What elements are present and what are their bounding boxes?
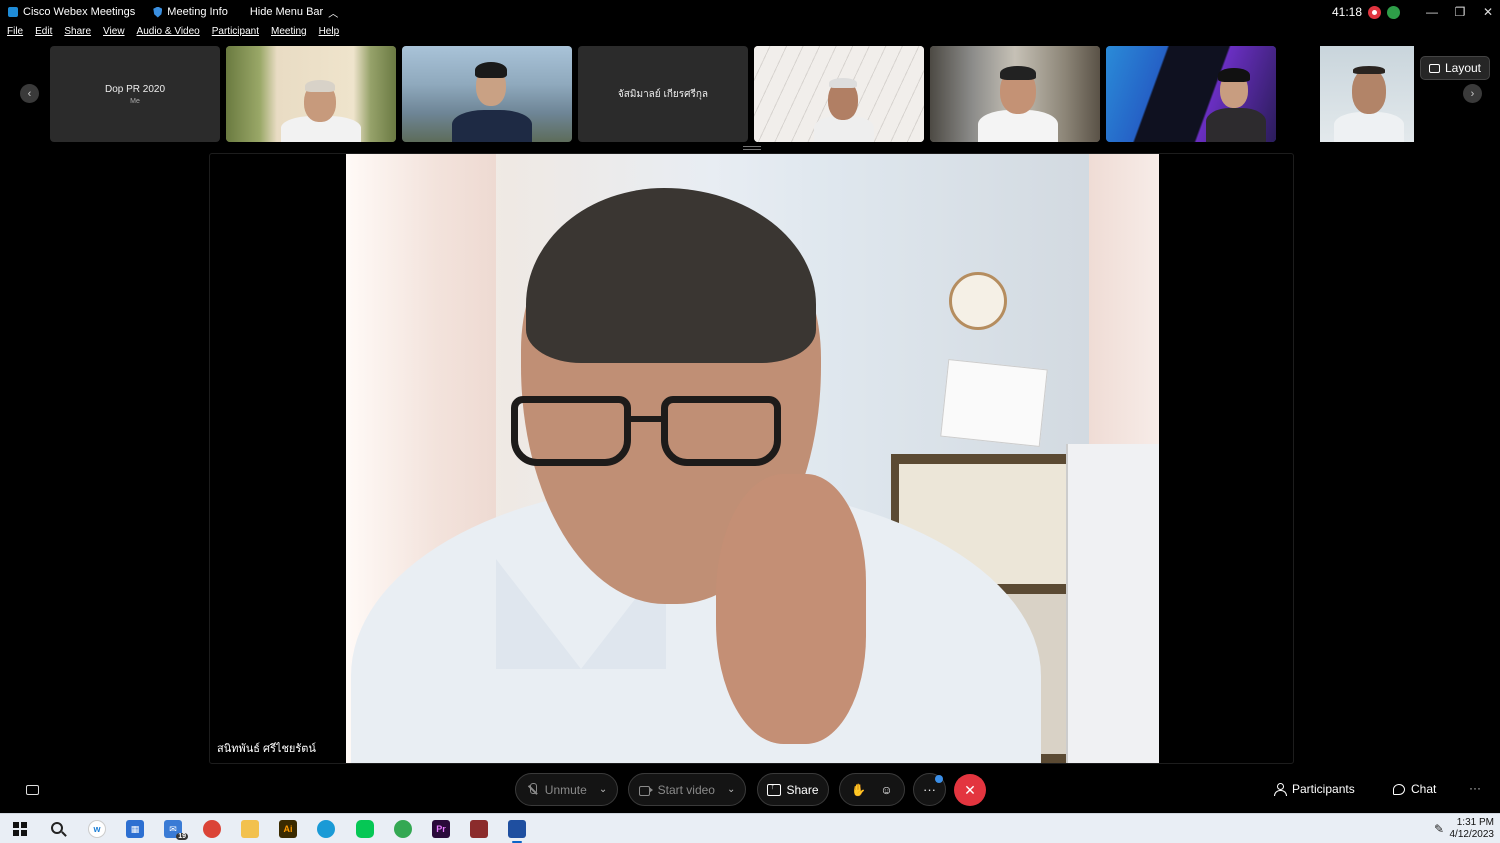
minimize-icon[interactable]: — bbox=[1420, 5, 1444, 19]
webex-logo-icon bbox=[8, 7, 18, 17]
webex-window: Cisco Webex Meetings Meeting Info Hide M… bbox=[0, 0, 1500, 843]
active-speaker-stage[interactable]: สนิทพันธ์ ศรีไชยรัตน์ bbox=[209, 153, 1294, 764]
store-icon[interactable]: ▦ bbox=[126, 820, 144, 838]
menu-share[interactable]: Share bbox=[64, 26, 91, 42]
recording-icon[interactable] bbox=[1368, 5, 1381, 19]
menu-edit[interactable]: Edit bbox=[35, 26, 52, 42]
meeting-timer: 41:18 bbox=[1331, 5, 1362, 19]
app-title: Cisco Webex Meetings bbox=[8, 6, 135, 18]
app-w-icon[interactable]: w bbox=[88, 820, 106, 838]
webex-taskbar-icon[interactable] bbox=[508, 820, 526, 843]
system-clock[interactable]: 1:31 PM 4/12/2023 bbox=[1450, 817, 1495, 841]
closed-captions-icon[interactable] bbox=[26, 785, 39, 795]
participant-thumbnail-name[interactable]: จัสมิมาลย์ เกียรศรีกุล bbox=[578, 46, 748, 142]
illustrator-icon[interactable]: Ai bbox=[279, 820, 297, 838]
menu-audio-video[interactable]: Audio & Video bbox=[137, 26, 200, 42]
close-icon[interactable]: ✕ bbox=[1476, 5, 1500, 19]
resize-handle[interactable] bbox=[743, 146, 761, 150]
share-screen-icon bbox=[767, 781, 782, 796]
camera-off-icon bbox=[638, 783, 653, 796]
previous-page-button[interactable]: ‹ bbox=[20, 84, 39, 103]
next-page-button[interactable]: › bbox=[1463, 84, 1482, 103]
windows-taskbar: w ▦ ✉ 19 Ai Pr ✎ 1:31 PM 4/12/2023 bbox=[0, 813, 1500, 843]
active-speaker-name: สนิทพันธ์ ศรีไชยรัตน์ bbox=[217, 743, 316, 755]
menu-help[interactable]: Help bbox=[319, 26, 340, 42]
participant-thumbnail-me[interactable]: Dop PR 2020 Me bbox=[50, 46, 220, 142]
network-health-icon[interactable] bbox=[1387, 5, 1400, 19]
search-icon[interactable] bbox=[51, 822, 63, 834]
premiere-icon[interactable]: Pr bbox=[432, 820, 450, 838]
participants-button[interactable]: Participants bbox=[1274, 782, 1355, 796]
chevron-up-icon: ︿ bbox=[328, 8, 339, 20]
file-explorer-icon[interactable] bbox=[241, 820, 259, 838]
more-icon: ··· bbox=[923, 782, 936, 797]
title-bar-right: 41:18 — ❐ ✕ bbox=[1332, 0, 1500, 24]
participants-icon bbox=[1274, 783, 1287, 796]
pen-icon[interactable]: ✎ bbox=[1434, 822, 1444, 836]
mail-icon[interactable]: ✉ 19 bbox=[164, 820, 188, 840]
active-speaker-video bbox=[346, 154, 1159, 763]
shield-icon bbox=[153, 6, 163, 18]
chat-icon bbox=[1393, 783, 1405, 795]
edge-icon[interactable] bbox=[317, 820, 335, 838]
title-bar: Cisco Webex Meetings Meeting Info Hide M… bbox=[0, 0, 1500, 24]
more-panels-icon[interactable]: ··· bbox=[1469, 781, 1481, 795]
hide-menu-bar-button[interactable]: Hide Menu Bar ︿ bbox=[250, 5, 338, 20]
notification-dot bbox=[935, 775, 943, 783]
layout-button[interactable]: Layout bbox=[1420, 56, 1490, 80]
chrome-profile-icon[interactable] bbox=[394, 820, 412, 838]
raise-hand-icon[interactable]: ✋ bbox=[851, 783, 866, 797]
line-icon[interactable] bbox=[356, 820, 374, 838]
participant-thumbnail-video[interactable] bbox=[402, 46, 572, 142]
layout-icon bbox=[1428, 63, 1440, 73]
menu-bar: File Edit Share View Audio & Video Parti… bbox=[0, 26, 344, 42]
reactions-icon[interactable]: ☺ bbox=[880, 783, 892, 797]
chevron-down-icon[interactable]: ⌄ bbox=[727, 784, 735, 795]
menu-file[interactable]: File bbox=[7, 26, 23, 42]
unmute-button[interactable]: Unmute ⌄ bbox=[515, 773, 618, 806]
more-options-button[interactable]: ··· bbox=[913, 773, 946, 806]
restore-icon[interactable]: ❐ bbox=[1448, 5, 1472, 19]
leave-meeting-button[interactable]: ✕ bbox=[954, 774, 986, 806]
chat-button[interactable]: Chat bbox=[1393, 782, 1436, 796]
share-button[interactable]: Share bbox=[757, 773, 829, 806]
meeting-info-button[interactable]: Meeting Info bbox=[153, 6, 228, 18]
menu-view[interactable]: View bbox=[103, 26, 125, 42]
winrar-icon[interactable] bbox=[470, 820, 488, 838]
chrome-icon[interactable] bbox=[203, 820, 221, 838]
chevron-down-icon[interactable]: ⌄ bbox=[599, 784, 607, 795]
meeting-controls: Unmute ⌄ Start video ⌄ Share ✋ ☺ ··· ✕ P… bbox=[0, 773, 1500, 808]
menu-meeting[interactable]: Meeting bbox=[271, 26, 307, 42]
reactions-group: ✋ ☺ bbox=[839, 773, 905, 806]
menu-participant[interactable]: Participant bbox=[212, 26, 259, 42]
participant-thumbnail-video[interactable] bbox=[1106, 46, 1276, 142]
participant-thumbnail-video[interactable] bbox=[754, 46, 924, 142]
mic-off-icon bbox=[526, 783, 539, 796]
windows-start-icon[interactable] bbox=[13, 822, 27, 836]
start-video-button[interactable]: Start video ⌄ bbox=[628, 773, 746, 806]
close-icon: ✕ bbox=[964, 781, 976, 798]
participant-thumbnail-video[interactable] bbox=[930, 46, 1100, 142]
participant-thumbnail-video[interactable] bbox=[226, 46, 396, 142]
